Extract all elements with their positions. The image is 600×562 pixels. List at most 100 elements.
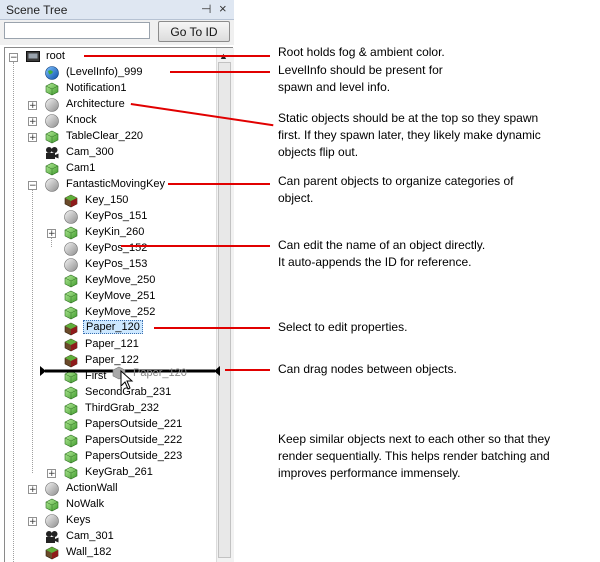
tree-node-papersoutside222[interactable]: PapersOutside_222 — [0, 433, 212, 449]
annotation-line-root — [84, 55, 270, 57]
sphere-icon — [64, 258, 78, 272]
tree-node-keymove251[interactable]: KeyMove_251 — [0, 289, 212, 305]
camera-icon — [46, 531, 59, 543]
annotation-line-drag — [225, 369, 270, 371]
tree-node-notification[interactable]: Notification1 — [0, 81, 212, 97]
annotation-similar-objects: Keep similar objects next to each other … — [278, 431, 550, 482]
annotation-select: Select to edit properties. — [278, 319, 407, 336]
tree-node-keymove250[interactable]: KeyMove_250 — [0, 273, 212, 289]
tree-node-keypos151[interactable]: KeyPos_151 — [0, 209, 212, 225]
node-label: NoWalk — [66, 498, 105, 510]
close-icon[interactable]: × — [219, 1, 227, 16]
annotation-text: first. If they spawn later, they likely … — [278, 128, 541, 142]
annotation-text: render sequentially. This helps render b… — [278, 449, 550, 463]
annotation-text: improves performance immensely. — [278, 466, 461, 480]
tree-node-key150[interactable]: Key_150 — [0, 193, 212, 209]
textured-cube-icon — [64, 194, 78, 208]
node-label: Notification1 — [66, 82, 127, 94]
node-label: PapersOutside_221 — [85, 418, 183, 430]
annotation-text: spawn and level info. — [278, 80, 391, 94]
expand-toggle[interactable]: + — [28, 133, 37, 143]
selected-node-label[interactable]: Paper_120 — [83, 320, 143, 334]
expand-toggle[interactable]: + — [28, 517, 37, 527]
node-label: KeyKin_260 — [85, 226, 145, 238]
pin-icon[interactable]: ⊣ — [201, 2, 211, 16]
scene-tree-panel: Scene Tree ⊣ × Go To ID ▲ − root (LevelI… — [0, 0, 234, 562]
mouse-cursor-icon — [120, 370, 134, 390]
tree-node-nowalk[interactable]: NoWalk — [0, 497, 212, 513]
sphere-icon — [45, 482, 59, 496]
tree-node-keymove252[interactable]: KeyMove_252 — [0, 305, 212, 321]
node-label: Key_150 — [85, 194, 129, 206]
tree-node-fantasticmovingkey[interactable]: − FantasticMovingKey — [0, 177, 212, 193]
annotation-text: Can parent objects to organize categorie… — [278, 174, 514, 188]
expand-toggle[interactable]: + — [28, 101, 37, 111]
collapse-toggle[interactable]: − — [9, 53, 18, 63]
node-label: Paper_121 — [85, 338, 139, 350]
node-label: KeyPos_153 — [85, 258, 148, 270]
node-label: KeyMove_251 — [85, 290, 156, 302]
expand-toggle[interactable]: + — [28, 485, 37, 495]
tree-node-cam1[interactable]: Cam1 — [0, 161, 212, 177]
tree-node-tableclear[interactable]: + TableClear_220 — [0, 129, 212, 145]
sphere-icon — [64, 210, 78, 224]
sphere-icon — [45, 178, 59, 192]
tree-node-knock[interactable]: + Knock — [0, 113, 212, 129]
tree-node-keygrab261[interactable]: + KeyGrab_261 — [0, 465, 212, 481]
annotation-text: Can drag nodes between objects. — [278, 362, 457, 376]
node-label: FantasticMovingKey — [66, 178, 166, 190]
tree-node-cam300[interactable]: Cam_300 — [0, 145, 212, 161]
textured-cube-icon — [64, 322, 78, 336]
camera-icon — [46, 147, 59, 159]
annotation-line-keypos — [121, 245, 270, 247]
node-label: PapersOutside_222 — [85, 434, 183, 446]
node-label: Cam1 — [66, 162, 96, 174]
green-cube-icon — [45, 498, 59, 512]
tree-node-root[interactable]: − root — [0, 49, 212, 65]
scrollbar-thumb[interactable] — [218, 62, 231, 558]
annotation-root: Root holds fog & ambient color. — [278, 44, 445, 61]
node-label: (LevelInfo)_999 — [66, 66, 143, 78]
expand-toggle[interactable]: + — [47, 229, 56, 239]
expand-toggle[interactable]: + — [28, 117, 37, 127]
tree-node-levelinfo[interactable]: (LevelInfo)_999 — [0, 65, 212, 81]
textured-cube-icon — [64, 338, 78, 352]
green-cube-icon — [64, 450, 78, 464]
tree-node-papersoutside221[interactable]: PapersOutside_221 — [0, 417, 212, 433]
panel-titlebar: Scene Tree ⊣ × — [0, 0, 234, 20]
green-cube-icon — [64, 306, 78, 320]
collapse-toggle[interactable]: − — [28, 181, 37, 191]
tree-node-papersoutside223[interactable]: PapersOutside_223 — [0, 449, 212, 465]
tree-node-keys[interactable]: + Keys — [0, 513, 212, 529]
tree-node-keypos153[interactable]: KeyPos_153 — [0, 257, 212, 273]
tree-node-keypos152[interactable]: KeyPos_152 — [0, 241, 212, 257]
node-label: root — [46, 50, 65, 62]
green-cube-icon — [64, 226, 78, 240]
tree-node-paper121[interactable]: Paper_121 — [0, 337, 212, 353]
node-label: KeyPos_152 — [85, 242, 148, 254]
annotation-line-fmk — [168, 183, 270, 185]
tree-node-wall182[interactable]: Wall_182 — [0, 545, 212, 561]
annotation-text: It auto-appends the ID for reference. — [278, 255, 472, 269]
annotation-text: object. — [278, 191, 314, 205]
tree-node-cam301[interactable]: Cam_301 — [0, 529, 212, 545]
tree-node-paper120[interactable]: Paper_120 — [0, 320, 212, 337]
sphere-icon — [45, 114, 59, 128]
node-label: Knock — [66, 114, 97, 126]
node-label: TableClear_220 — [66, 130, 144, 142]
node-label: KeyGrab_261 — [85, 466, 153, 478]
go-to-id-button[interactable]: Go To ID — [158, 21, 230, 42]
tree-node-secondgrab[interactable]: SecondGrab_231 — [0, 385, 212, 401]
annotation-parent-objects: Can parent objects to organize categorie… — [278, 173, 513, 207]
node-label: KeyMove_250 — [85, 274, 156, 286]
id-search-input[interactable] — [4, 22, 150, 39]
green-cube-icon — [45, 130, 59, 144]
green-cube-icon — [64, 386, 78, 400]
green-cube-icon — [64, 402, 78, 416]
node-label: PapersOutside_223 — [85, 450, 183, 462]
tree-node-keykin260[interactable]: + KeyKin_260 — [0, 225, 212, 241]
tree-node-actionwall[interactable]: + ActionWall — [0, 481, 212, 497]
tree-node-thirdgrab[interactable]: ThirdGrab_232 — [0, 401, 212, 417]
expand-toggle[interactable]: + — [47, 469, 56, 479]
node-label: KeyPos_151 — [85, 210, 148, 222]
